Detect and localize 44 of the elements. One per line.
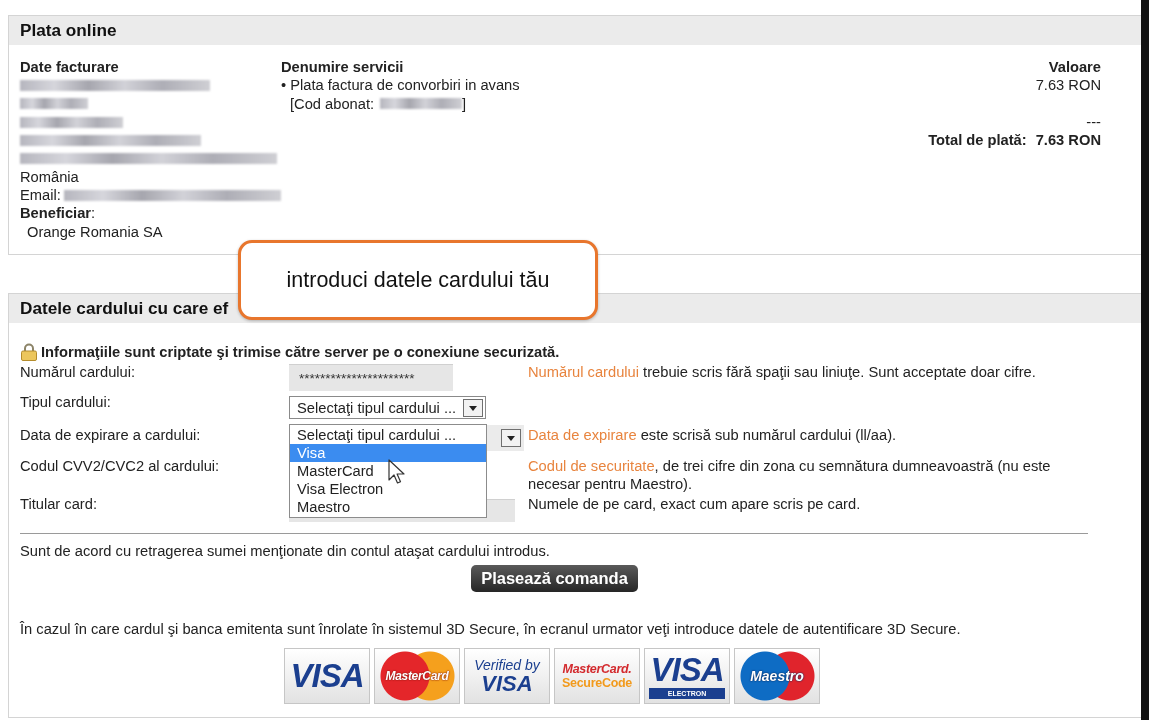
caret-icon <box>501 429 521 447</box>
bracket-text: ] <box>462 94 467 113</box>
field-label: Data de expirare a cardului: <box>20 427 201 443</box>
security-notice: Informaţiile sunt criptate şi trimise către server pe o conexiune securizată. <box>41 344 560 360</box>
place-order-button[interactable]: Plasează comanda <box>471 565 638 592</box>
service-item: • Plata factura de convorbiri in avans <box>281 76 520 95</box>
callout: introduci datele cardului tău <box>238 240 598 320</box>
panel-title: Datele cardului cu care ef <box>20 298 229 319</box>
amount-heading: Valoare <box>1048 58 1101 77</box>
amount-value: 7.63 RON <box>1035 76 1101 95</box>
total-value: 7.63 RON <box>1035 130 1101 150</box>
hint-text: Numărul cardului trebuie scris fără spaţii sau liniuţe. Sunt acceptate doar cifre. <box>528 363 1036 381</box>
input-field[interactable]: ********************** <box>289 364 453 391</box>
section-heading: Date facturare <box>20 58 119 77</box>
address-text: România <box>20 167 79 187</box>
field-label: Tipul cardului: <box>20 394 111 410</box>
section-heading: Denumire servicii <box>281 58 404 77</box>
agreement-text: Sunt de acord cu retragerea sumei menţionate din contul ataşat cardului introdus. <box>20 543 550 559</box>
dropdown-option[interactable]: MasterCard <box>290 462 486 480</box>
field-label: Numărul cardului: <box>20 364 136 380</box>
subscriber-code-label: [Cod abonat: <box>290 94 375 113</box>
field-label: Codul CVV2/CVC2 al cardului: <box>20 458 220 474</box>
dropdown-option[interactable]: Visa Electron <box>290 480 486 498</box>
secure-note-text: În cazul în care cardul şi banca emitenta sunt înrolate în sistemul 3D Secure, în ecranul urmator veţi introduce datele de autentificare 3D Secure. <box>20 621 961 637</box>
hint-text: Numele de pe card, exact cum apare scris pe card. <box>528 495 861 513</box>
field-label: Email: <box>20 186 61 205</box>
total-label: Total de plată: <box>928 130 1027 150</box>
card-logo: Verified by VISA <box>464 648 550 704</box>
beneficiary-label: Beneficiar: <box>20 204 96 223</box>
card-logo: VISA <box>284 648 370 704</box>
dropdown-option[interactable]: Selectaţi tipul cardului ... <box>290 426 486 444</box>
field-label: Titular card: <box>20 496 97 512</box>
panel-title: Plata online <box>20 20 117 41</box>
blurred-text <box>20 98 88 110</box>
hint-text: Data de expirare este scrisă sub numărul cardului (ll/aa). <box>528 426 897 444</box>
padlock-icon <box>20 343 38 361</box>
mouse-pointer-icon <box>388 459 406 485</box>
caret-icon <box>463 398 483 417</box>
dropdown-option[interactable]: Maestro <box>290 498 486 516</box>
card-logo: MasterCard. SecureCode <box>554 648 640 704</box>
separator-text: --- <box>1086 112 1101 131</box>
beneficiary-name: Orange Romania SA <box>27 222 163 241</box>
hint-text: Codul de securitate, de trei cifre din zona cu semnătura dumneavoastră (nu este necesar pentru Maestro). <box>528 457 1052 493</box>
select-field[interactable]: Selectaţi tipul cardului ... <box>289 396 486 419</box>
